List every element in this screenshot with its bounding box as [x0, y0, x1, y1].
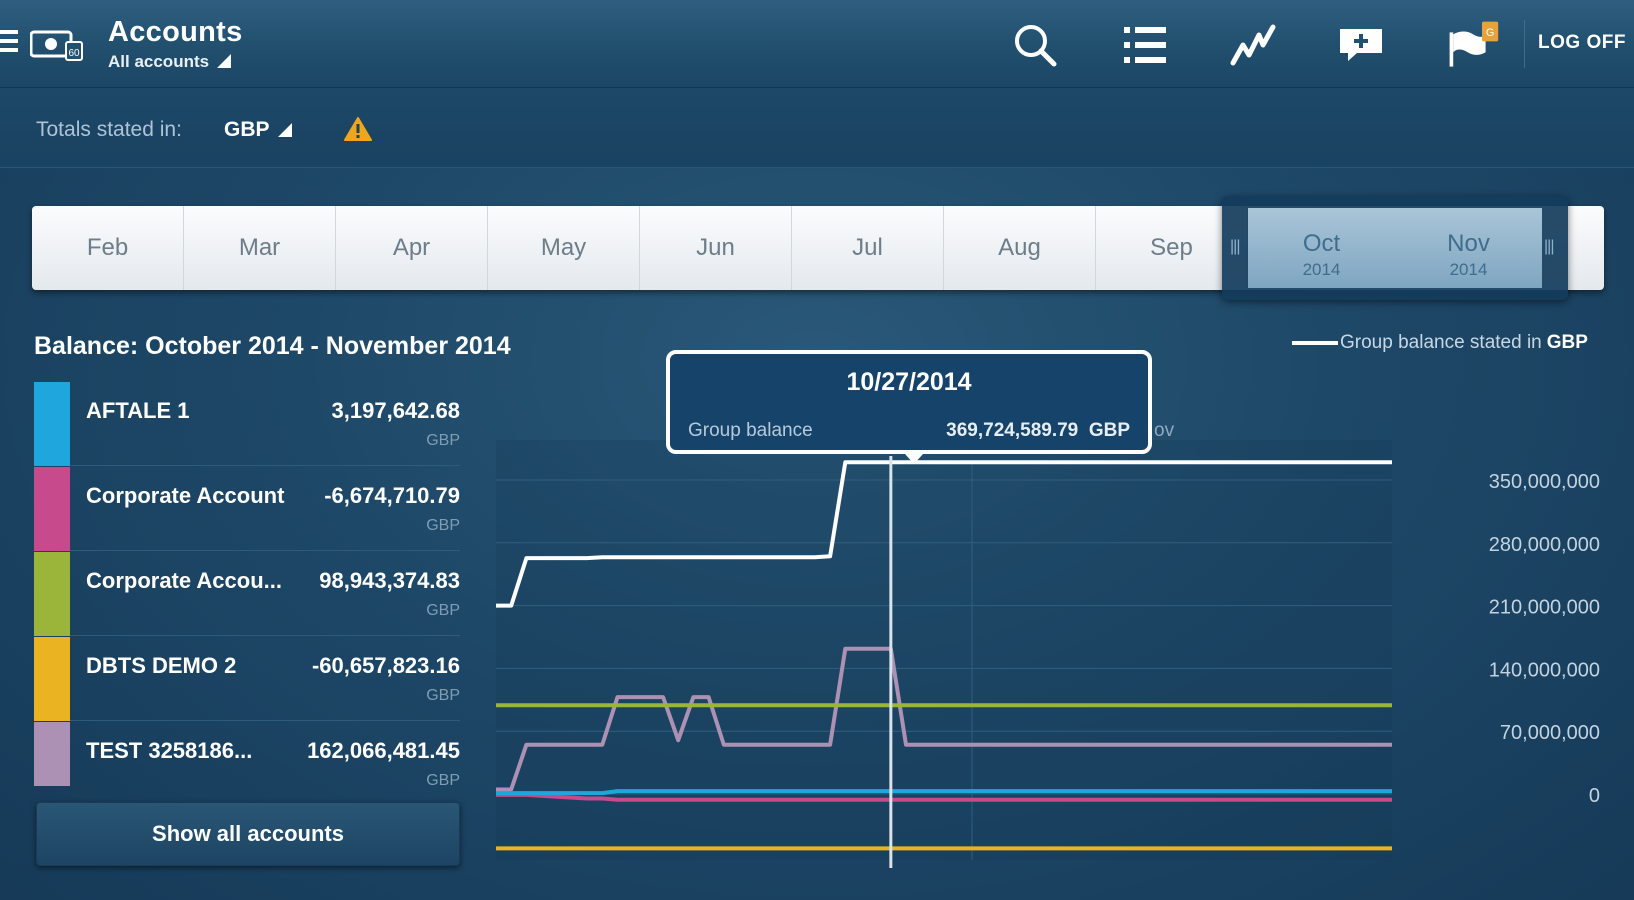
new-message-button[interactable] — [1334, 18, 1388, 72]
warning-icon[interactable] — [344, 116, 372, 147]
account-amount: -6,674,710.79 — [324, 483, 460, 508]
totals-label: Totals stated in: — [36, 118, 182, 141]
account-row[interactable]: DBTS DEMO 2 -60,657,823.16 GBP — [34, 637, 460, 721]
tooltip-date: 10/27/2014 — [846, 368, 972, 396]
account-name: TEST 3258186... — [86, 738, 253, 763]
selection-window: Oct 2014 Nov 2014 — [1248, 208, 1542, 288]
y-tick-label: 350,000,000 — [1489, 471, 1600, 493]
new-message-icon — [1340, 29, 1382, 61]
account-row[interactable]: Corporate Account -6,674,710.79 GBP — [34, 467, 460, 551]
log-off-button[interactable]: LOG OFF — [1538, 32, 1626, 54]
y-tick-label: 0 — [1589, 785, 1600, 807]
show-all-accounts-button[interactable]: Show all accounts — [36, 802, 460, 866]
timeline-month[interactable]: Feb — [32, 206, 184, 290]
legend-text: Group balance stated in — [1340, 332, 1542, 353]
flag-notification-icon: G — [1449, 21, 1499, 67]
timeline-month[interactable]: Mar — [184, 206, 336, 290]
page-title: Accounts — [108, 16, 243, 48]
y-tick-label: 280,000,000 — [1489, 534, 1600, 556]
account-name: Corporate Account — [86, 483, 285, 508]
account-currency: GBP — [426, 517, 460, 534]
tooltip-value: 369,724,589.79 GBP — [946, 420, 1130, 442]
account-currency: GBP — [426, 772, 460, 786]
selected-month: Nov 2014 — [1395, 230, 1542, 280]
account-currency: GBP — [426, 687, 460, 704]
account-color-swatch — [34, 722, 70, 786]
list-view-button[interactable] — [1118, 18, 1172, 72]
balance-title: Balance: October 2014 - November 2014 — [34, 332, 511, 360]
chart-month-label: ov — [1154, 420, 1175, 441]
left-drag-handle[interactable]: ||| — [1230, 238, 1241, 256]
account-amount: -60,657,823.16 — [311, 653, 460, 678]
legend-line-swatch — [1292, 341, 1338, 345]
timeline-month[interactable]: Jul — [792, 206, 944, 290]
selected-month: Oct 2014 — [1248, 230, 1395, 280]
account-row[interactable]: TEST 3258186... 162,066,481.45 GBP — [34, 722, 460, 786]
trend-chart-icon — [1230, 24, 1276, 66]
svg-text:60: 60 — [68, 48, 80, 59]
tooltip-currency: GBP — [1088, 420, 1130, 441]
account-amount: 162,066,481.45 — [307, 738, 460, 763]
series-line — [496, 789, 1392, 796]
account-color-swatch — [34, 637, 70, 721]
dropdown-triangle-icon — [277, 123, 292, 137]
hamburger-menu-icon[interactable] — [0, 30, 18, 58]
y-tick-label: 210,000,000 — [1489, 597, 1600, 619]
plot-area — [496, 440, 1392, 860]
totals-currency-value: GBP — [224, 118, 270, 141]
totals-currency-dropdown[interactable]: GBP — [224, 118, 292, 142]
selected-month-year: 2014 — [1302, 260, 1341, 279]
notifications-button[interactable]: G — [1446, 18, 1500, 72]
svg-text:G: G — [1486, 27, 1494, 39]
search-icon — [1015, 25, 1057, 67]
account-name: AFTALE 1 — [86, 398, 190, 423]
accounts-app-icon: 60 — [29, 28, 84, 67]
account-name: Corporate Accou... — [86, 568, 282, 593]
totals-bar: Totals stated in: GBP — [0, 88, 1634, 168]
app-header: 60 Accounts All accounts G LOG OFF — [0, 0, 1634, 88]
timeline-month[interactable]: May — [488, 206, 640, 290]
account-color-swatch — [34, 552, 70, 636]
timeline-month[interactable]: Apr — [336, 206, 488, 290]
tooltip-pointer — [905, 454, 923, 464]
account-name: DBTS DEMO 2 — [86, 653, 237, 678]
list-icon — [1124, 27, 1166, 63]
timeline-month[interactable]: Jun — [640, 206, 792, 290]
chart-view-button[interactable] — [1226, 18, 1280, 72]
y-tick-label: 140,000,000 — [1489, 659, 1600, 681]
header-divider — [1524, 20, 1525, 68]
legend-currency: GBP — [1546, 332, 1588, 353]
chart-legend: Group balance stated in GBP — [1292, 332, 1588, 354]
timeline-selection-range[interactable]: ||| Oct 2014 Nov 2014 ||| — [1222, 196, 1568, 300]
selected-month-year: 2014 — [1449, 260, 1488, 279]
account-row[interactable]: Corporate Accou... 98,943,374.83 GBP — [34, 552, 460, 636]
account-amount: 98,943,374.83 — [319, 568, 460, 593]
search-button[interactable] — [1008, 18, 1062, 72]
tooltip-amount: 369,724,589.79 — [946, 420, 1079, 441]
account-color-swatch — [34, 382, 70, 466]
account-color-swatch — [34, 467, 70, 551]
account-row[interactable]: AFTALE 1 3,197,642.68 GBP — [34, 382, 460, 466]
account-currency: GBP — [426, 432, 460, 449]
selected-month-label: Nov — [1447, 230, 1490, 257]
tooltip-label: Group balance — [688, 420, 813, 441]
timeline-month[interactable]: Aug — [944, 206, 1096, 290]
right-drag-handle[interactable]: ||| — [1544, 238, 1555, 256]
account-amount: 3,197,642.68 — [331, 398, 460, 423]
account-currency: GBP — [426, 602, 460, 619]
account-filter-label: All accounts — [108, 52, 210, 71]
account-list[interactable]: AFTALE 1 3,197,642.68 GBP Corporate Acco… — [34, 382, 460, 786]
account-filter-dropdown[interactable]: All accounts — [108, 52, 232, 72]
chart-tooltip: 10/27/2014 Group balance 369,724,589.79 … — [666, 350, 1152, 464]
dropdown-triangle-icon — [217, 54, 232, 68]
y-tick-label: 70,000,000 — [1500, 722, 1600, 744]
selected-month-label: Oct — [1302, 230, 1341, 257]
